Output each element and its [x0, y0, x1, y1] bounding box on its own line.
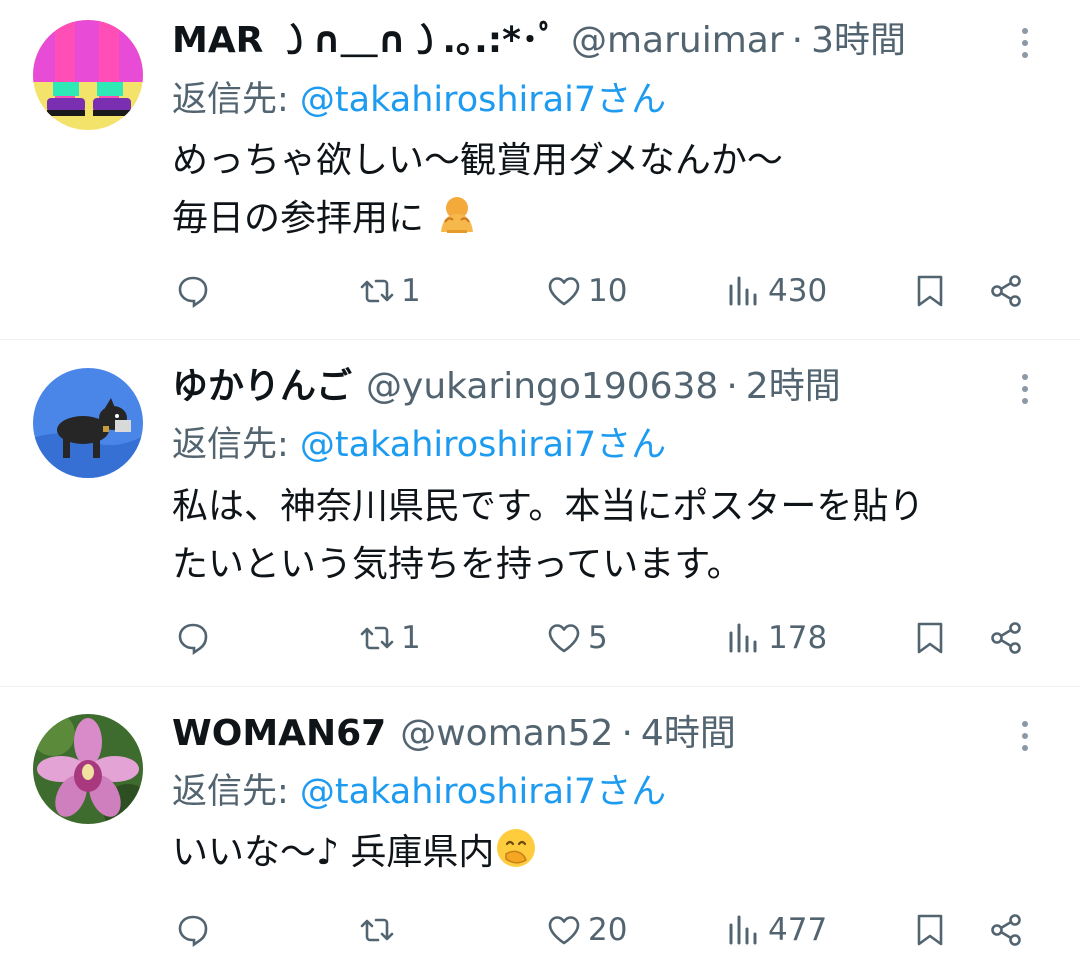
bookmark-icon: [917, 275, 943, 307]
replying-to: 返信先: @takahiroshirai7さん: [172, 768, 666, 816]
views-icon: [729, 915, 757, 945]
display-name[interactable]: MAR ㇁∩＿∩㇁.｡.:*･ﾟ: [172, 16, 557, 66]
tweet[interactable]: MAR ㇁∩＿∩㇁.｡.:*･ﾟ @maruimar · 3時間 返信先: @t…: [0, 0, 1080, 340]
reply-prefix: 返信先:: [172, 772, 300, 812]
bookmark-icon: [917, 914, 943, 946]
tweet-line: 毎日の参拝用に: [172, 198, 425, 239]
user-handle[interactable]: @yukaringo190638: [366, 362, 718, 412]
share-button[interactable]: [988, 905, 1024, 955]
replying-to: 返信先: @takahiroshirai7さん: [172, 421, 666, 469]
separator-dot: ·: [791, 20, 804, 61]
reply-icon: [178, 623, 208, 655]
views-button[interactable]: 477: [726, 905, 827, 955]
like-icon: [548, 916, 580, 945]
tweet-text: 私は、神奈川県民です。本当にポスターを貼り たいという気持ちを持っています。: [172, 478, 1042, 594]
bookmark-button[interactable]: [912, 613, 948, 663]
views-icon: [729, 276, 757, 306]
reply-prefix: 返信先:: [172, 80, 300, 120]
tweet-line: いいな〜♪ 兵庫県内: [172, 832, 495, 873]
more-icon[interactable]: [1016, 364, 1034, 414]
replying-to: 返信先: @takahiroshirai7さん: [172, 76, 666, 124]
views-count: 178: [768, 620, 828, 656]
tweet[interactable]: WOMAN67 @woman52 · 4時間 返信先: @takahiroshi…: [0, 687, 1080, 963]
tweet-line-with-emoji: いいな〜♪ 兵庫県内: [172, 824, 1042, 882]
like-count: 5: [588, 620, 608, 656]
avatar[interactable]: [33, 20, 143, 130]
avatar[interactable]: [33, 368, 143, 478]
display-name[interactable]: WOMAN67: [172, 709, 386, 759]
retweet-count: 1: [401, 620, 421, 656]
retweet-icon: [360, 279, 394, 303]
reply-button[interactable]: [175, 613, 211, 663]
views-count: 430: [768, 273, 828, 309]
reply-mention-link[interactable]: @takahiroshirai7さん: [300, 425, 666, 465]
avatar[interactable]: [33, 714, 143, 824]
like-count: 10: [588, 273, 628, 309]
separator-dot: ·: [726, 366, 738, 407]
share-icon: [991, 275, 1021, 307]
views-button[interactable]: 430: [726, 266, 827, 316]
like-icon: [548, 624, 580, 653]
reply-mention-link[interactable]: @takahiroshirai7さん: [300, 772, 666, 812]
reply-icon: [178, 276, 208, 308]
tweet-line: めっちゃ欲しい〜観賞用ダメなんか〜: [172, 140, 783, 181]
reply-mention-link[interactable]: @takahiroshirai7さん: [300, 80, 666, 120]
bookmark-icon: [917, 622, 943, 654]
person-bowing-emoji: [441, 197, 474, 233]
tweet[interactable]: ゆかりんご @yukaringo190638 · 2時間 返信先: @takah…: [0, 340, 1080, 687]
retweet-icon: [360, 626, 394, 650]
reply-button[interactable]: [175, 905, 211, 955]
retweet-button[interactable]: 1: [359, 613, 421, 663]
display-name[interactable]: ゆかりんご: [172, 362, 352, 412]
share-icon: [991, 622, 1021, 654]
more-icon[interactable]: [1016, 711, 1034, 761]
share-icon: [991, 914, 1021, 946]
reply-prefix: 返信先:: [172, 425, 300, 465]
views-icon: [729, 623, 757, 653]
retweet-button[interactable]: [359, 905, 401, 955]
reply-button[interactable]: [175, 266, 211, 316]
tweet-line: 私は、神奈川県民です。本当にポスターを貼り: [172, 486, 925, 527]
retweet-icon: [360, 918, 394, 942]
tweet-text: めっちゃ欲しい〜観賞用ダメなんか〜 毎日の参拝用に: [172, 132, 1042, 248]
retweet-count: 1: [401, 273, 421, 309]
retweet-button[interactable]: 1: [359, 266, 421, 316]
reply-icon: [178, 915, 208, 947]
bookmark-button[interactable]: [912, 905, 948, 955]
like-button[interactable]: 5: [546, 613, 608, 663]
like-button[interactable]: 20: [546, 905, 627, 955]
timestamp[interactable]: 3時間: [811, 16, 906, 66]
tweet-text: いいな〜♪ 兵庫県内: [172, 824, 1042, 882]
user-handle[interactable]: @maruimar: [571, 16, 784, 66]
action-bar: 20 477: [0, 905, 1080, 955]
action-bar: 1 5 178: [0, 613, 1080, 663]
timestamp[interactable]: 4時間: [641, 709, 736, 759]
views-button[interactable]: 178: [726, 613, 827, 663]
tweet-line: たいという気持ちを持っています。: [172, 544, 743, 585]
share-button[interactable]: [988, 613, 1024, 663]
user-handle[interactable]: @woman52: [400, 709, 613, 759]
face-with-hand-over-mouth-emoji: [497, 829, 536, 867]
share-button[interactable]: [988, 266, 1024, 316]
timestamp[interactable]: 2時間: [746, 362, 841, 412]
tweet-line-with-emoji: 毎日の参拝用に: [172, 190, 1042, 248]
action-bar: 1 10 430: [0, 266, 1080, 316]
bookmark-button[interactable]: [912, 266, 948, 316]
like-count: 20: [588, 912, 628, 948]
more-icon[interactable]: [1016, 18, 1034, 68]
like-button[interactable]: 10: [546, 266, 627, 316]
views-count: 477: [768, 912, 828, 948]
like-icon: [548, 277, 580, 306]
separator-dot: ·: [621, 713, 633, 754]
